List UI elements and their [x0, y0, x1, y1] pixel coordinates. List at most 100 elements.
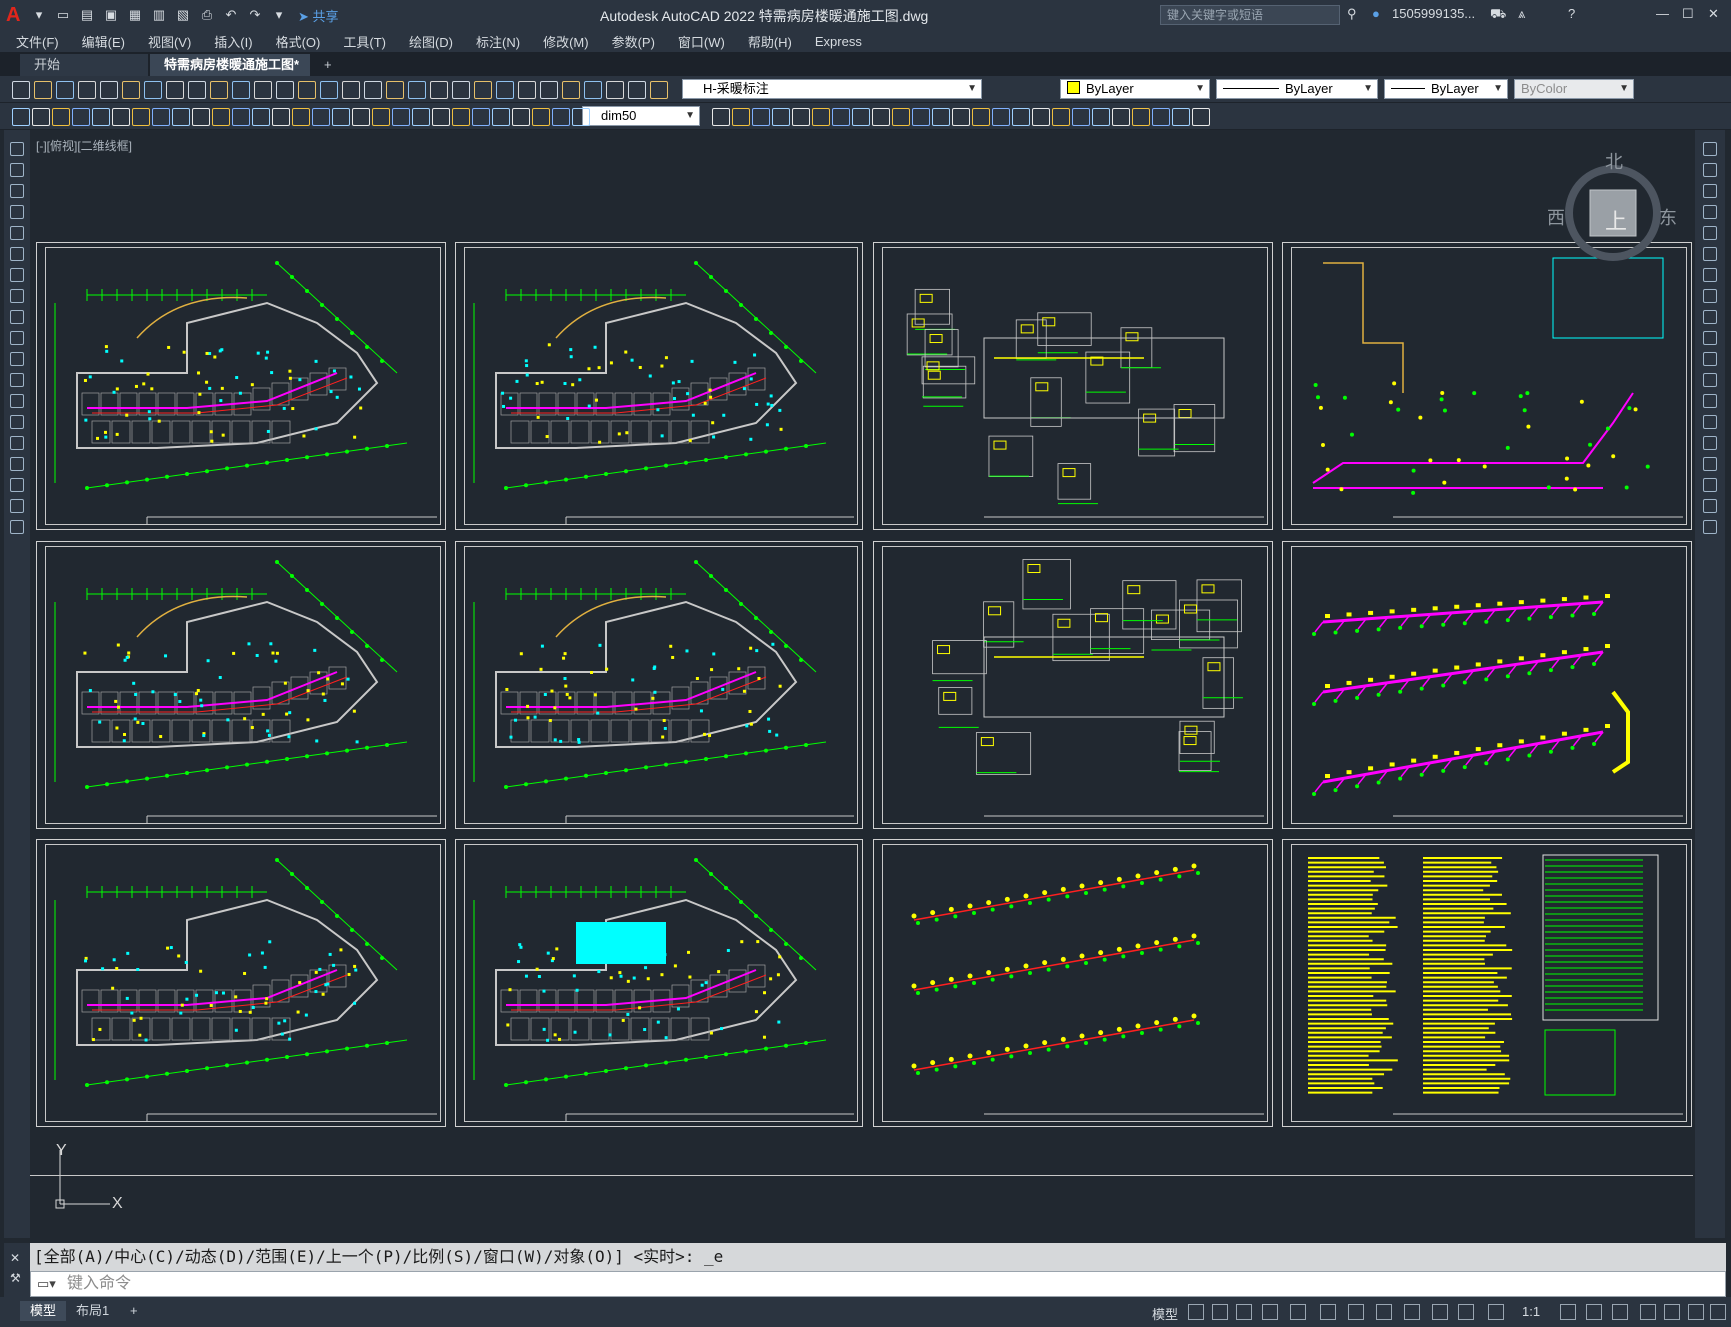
draw-tool-icon[interactable]	[10, 268, 24, 282]
dimension-tool-icon[interactable]	[412, 108, 430, 126]
draw-tool-icon[interactable]	[10, 436, 24, 450]
standard-tool-icon[interactable]	[540, 81, 558, 99]
menu-draw[interactable]: 绘图(D)	[409, 32, 453, 51]
customize-command-icon[interactable]: ⚒	[4, 1265, 30, 1285]
status-toggle-icon[interactable]	[1688, 1304, 1704, 1320]
dimension-tool-icon[interactable]	[32, 108, 50, 126]
status-toggle-icon[interactable]	[1612, 1304, 1628, 1320]
open-file-icon[interactable]: ▤	[78, 7, 96, 23]
dimension-tool-icon[interactable]	[712, 108, 730, 126]
dimension-tool-icon[interactable]	[172, 108, 190, 126]
dimension-tool-icon[interactable]	[192, 108, 210, 126]
status-toggle-icon[interactable]	[1212, 1304, 1228, 1320]
dimension-tool-icon[interactable]	[1172, 108, 1190, 126]
standard-tool-icon[interactable]	[584, 81, 602, 99]
draw-tool-icon[interactable]	[10, 163, 24, 177]
tab-start[interactable]: 开始	[20, 54, 148, 76]
dimension-tool-icon[interactable]	[812, 108, 830, 126]
dimension-tool-icon[interactable]	[1132, 108, 1150, 126]
modify-tool-icon[interactable]	[1703, 352, 1717, 366]
draw-tool-icon[interactable]	[10, 478, 24, 492]
menu-format[interactable]: 格式(O)	[276, 32, 321, 51]
standard-tool-icon[interactable]	[650, 81, 668, 99]
draw-tool-icon[interactable]	[10, 184, 24, 198]
customize-icon[interactable]: ▾	[270, 7, 288, 23]
standard-tool-icon[interactable]	[606, 81, 624, 99]
redo-icon[interactable]: ↷	[246, 7, 264, 23]
modify-tool-icon[interactable]	[1703, 520, 1717, 534]
command-prompt-icon[interactable]: ▭▾	[37, 1272, 56, 1296]
draw-tool-icon[interactable]	[10, 457, 24, 471]
menu-express[interactable]: Express	[815, 34, 862, 49]
status-toggle-icon[interactable]	[1586, 1304, 1602, 1320]
draw-tool-icon[interactable]	[10, 226, 24, 240]
chevron-down-icon[interactable]: ▾	[30, 7, 48, 23]
dimension-tool-icon[interactable]	[912, 108, 930, 126]
dimension-tool-icon[interactable]	[392, 108, 410, 126]
drawing-sheet[interactable]	[1282, 541, 1692, 829]
compass-east[interactable]: 东	[1659, 204, 1677, 230]
modify-tool-icon[interactable]	[1703, 499, 1717, 513]
lineweight-dropdown[interactable]: ByLayer ▼	[1384, 79, 1508, 99]
draw-tool-icon[interactable]	[10, 352, 24, 366]
dimension-tool-icon[interactable]	[452, 108, 470, 126]
undo-icon[interactable]: ↶	[222, 7, 240, 23]
modify-tool-icon[interactable]	[1703, 478, 1717, 492]
draw-tool-icon[interactable]	[10, 415, 24, 429]
drawing-sheet[interactable]	[455, 839, 863, 1127]
share-button[interactable]: ➤ 共享	[298, 6, 339, 25]
standard-tool-icon[interactable]	[78, 81, 96, 99]
save-icon[interactable]: ▣	[102, 7, 120, 23]
standard-tool-icon[interactable]	[276, 81, 294, 99]
user-icon[interactable]: ●	[1372, 6, 1380, 21]
drawing-sheet[interactable]	[873, 839, 1273, 1127]
standard-tool-icon[interactable]	[56, 81, 74, 99]
status-toggle-icon[interactable]	[1488, 1304, 1504, 1320]
dimension-tool-icon[interactable]	[492, 108, 510, 126]
modify-tool-icon[interactable]	[1703, 331, 1717, 345]
status-toggle-icon[interactable]	[1348, 1304, 1364, 1320]
status-toggle-icon[interactable]	[1664, 1304, 1680, 1320]
plotstyle-dropdown[interactable]: ByColor ▼	[1514, 79, 1634, 99]
status-toggle-icon[interactable]	[1188, 1304, 1204, 1320]
modify-tool-icon[interactable]	[1703, 163, 1717, 177]
dimension-tool-icon[interactable]	[52, 108, 70, 126]
viewcube-top-face[interactable]: 上	[1605, 204, 1627, 236]
status-toggle-icon[interactable]	[1710, 1304, 1726, 1320]
menu-parametric[interactable]: 参数(P)	[612, 32, 655, 51]
dimension-tool-icon[interactable]	[1012, 108, 1030, 126]
dimension-tool-icon[interactable]	[272, 108, 290, 126]
dimension-tool-icon[interactable]	[1052, 108, 1070, 126]
drawing-sheet[interactable]	[36, 242, 446, 530]
a360-icon[interactable]: ⩓	[1518, 6, 1525, 22]
dimension-tool-icon[interactable]	[112, 108, 130, 126]
dimension-tool-icon[interactable]	[932, 108, 950, 126]
command-line-grip[interactable]: ✕ ⚒	[4, 1243, 30, 1297]
dimension-tool-icon[interactable]	[972, 108, 990, 126]
dimension-tool-icon[interactable]	[512, 108, 530, 126]
draw-tool-icon[interactable]	[10, 289, 24, 303]
dimension-tool-icon[interactable]	[252, 108, 270, 126]
new-file-icon[interactable]: ▭	[54, 7, 72, 23]
draw-tool-icon[interactable]	[10, 520, 24, 534]
modify-tool-icon[interactable]	[1703, 436, 1717, 450]
status-toggle-icon[interactable]	[1404, 1304, 1420, 1320]
dimension-tool-icon[interactable]	[532, 108, 550, 126]
dimension-tool-icon[interactable]	[292, 108, 310, 126]
menu-tools[interactable]: 工具(T)	[343, 32, 386, 51]
print-icon[interactable]: ⎙	[198, 7, 216, 23]
modify-tool-icon[interactable]	[1703, 394, 1717, 408]
tab-model[interactable]: 模型	[20, 1301, 67, 1321]
modify-tool-icon[interactable]	[1703, 247, 1717, 261]
standard-tool-icon[interactable]	[496, 81, 514, 99]
modify-tool-icon[interactable]	[1703, 415, 1717, 429]
draw-tool-icon[interactable]	[10, 373, 24, 387]
dimension-tool-icon[interactable]	[152, 108, 170, 126]
dimension-tool-icon[interactable]	[472, 108, 490, 126]
tab-layout1[interactable]: 布局1	[66, 1301, 119, 1321]
standard-tool-icon[interactable]	[430, 81, 448, 99]
status-toggle-icon[interactable]	[1376, 1304, 1392, 1320]
layer-dropdown[interactable]: H-采暖标注 ▼	[682, 79, 982, 99]
dimension-tool-icon[interactable]	[72, 108, 90, 126]
dimension-tool-icon[interactable]	[992, 108, 1010, 126]
